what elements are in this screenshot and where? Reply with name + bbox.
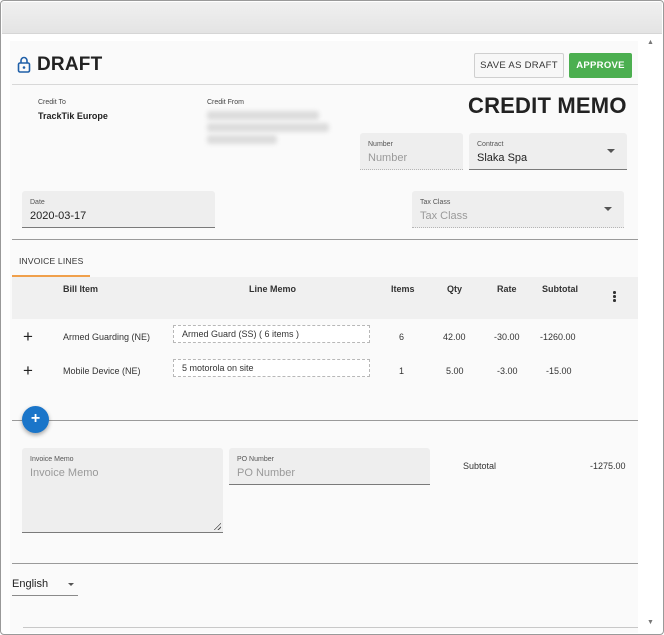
- save-as-draft-button[interactable]: SAVE AS DRAFT: [474, 53, 564, 78]
- bottom-divider: [23, 627, 638, 628]
- contract-value: Slaka Spa: [477, 152, 528, 164]
- line-memo-input[interactable]: Armed Guard (SS) ( 6 items ): [173, 325, 370, 343]
- chevron-down-icon: [68, 583, 74, 586]
- po-number-field[interactable]: PO Number PO Number: [229, 448, 430, 485]
- window-topbar: [2, 2, 662, 34]
- date-label: Date: [30, 199, 45, 206]
- lines-divider: [12, 420, 638, 421]
- column-header-line-memo: Line Memo: [249, 284, 297, 294]
- credit-from-address-redacted: [207, 135, 277, 144]
- subtotal-label: Subtotal: [463, 461, 497, 471]
- kebab-menu-icon[interactable]: [613, 291, 617, 303]
- number-label: Number: [368, 141, 393, 148]
- credit-from-address-redacted: [207, 111, 319, 120]
- window-frame: ▲ ▼ DRAFT SAVE AS DRAFT APPROVE Credit T…: [0, 0, 664, 635]
- language-select[interactable]: English: [12, 574, 78, 596]
- credit-to-value: TrackTik Europe: [38, 111, 108, 121]
- qty-cell: 42.00: [443, 332, 466, 342]
- column-header-items: Items: [391, 284, 415, 294]
- invoice-memo-label: Invoice Memo: [30, 456, 74, 463]
- language-value: English: [12, 578, 49, 590]
- scroll-down-arrow-icon[interactable]: ▼: [647, 619, 654, 627]
- resize-grip-icon[interactable]: [213, 522, 221, 530]
- status-title: DRAFT: [37, 54, 103, 75]
- column-header-rate: Rate: [497, 284, 517, 294]
- credit-from-label: Credit From: [207, 99, 244, 106]
- invoice-memo-placeholder: Invoice Memo: [30, 467, 99, 479]
- invoice-memo-textarea[interactable]: Invoice Memo Invoice Memo: [22, 448, 223, 533]
- qty-cell: 5.00: [446, 366, 464, 376]
- rate-cell: -30.00: [494, 332, 520, 342]
- column-header-subtotal: Subtotal: [542, 284, 578, 294]
- po-number-label: PO Number: [237, 456, 274, 463]
- rate-cell: -3.00: [497, 366, 518, 376]
- tax-class-label: Tax Class: [420, 199, 451, 206]
- header-divider: [12, 84, 638, 85]
- lock-icon: [17, 56, 33, 74]
- column-header-qty: Qty: [447, 284, 463, 294]
- credit-from-address-redacted: [207, 123, 329, 132]
- scroll-up-arrow-icon[interactable]: ▲: [647, 39, 654, 47]
- credit-to-label: Credit To: [38, 99, 66, 106]
- contract-label: Contract: [477, 141, 504, 148]
- add-line-button[interactable]: +: [22, 406, 49, 433]
- subtotal-cell: -1260.00: [540, 332, 576, 342]
- date-value: 2020-03-17: [30, 210, 87, 222]
- tax-class-select[interactable]: Tax Class Tax Class: [412, 191, 624, 228]
- section-divider: [12, 239, 638, 240]
- contract-select[interactable]: Contract Slaka Spa: [469, 133, 627, 170]
- column-header-bill-item: Bill Item: [63, 284, 99, 294]
- tab-invoice-lines[interactable]: INVOICE LINES: [12, 252, 90, 277]
- footer-divider: [12, 563, 638, 564]
- bill-item-cell: Mobile Device (NE): [63, 366, 141, 376]
- chevron-down-icon: [607, 149, 615, 153]
- expand-row-plus-icon[interactable]: +: [23, 362, 33, 379]
- approve-button[interactable]: APPROVE: [569, 53, 632, 78]
- chevron-down-icon: [604, 207, 612, 211]
- expand-row-plus-icon[interactable]: +: [23, 328, 33, 345]
- date-field[interactable]: Date 2020-03-17: [22, 191, 215, 228]
- line-memo-input[interactable]: 5 motorola on site: [173, 359, 370, 377]
- scrollbar[interactable]: ▲ ▼: [644, 35, 658, 633]
- document-title: CREDIT MEMO: [468, 93, 627, 118]
- number-field[interactable]: Number Number: [360, 133, 463, 170]
- items-cell: 6: [399, 332, 405, 342]
- subtotal-cell: -15.00: [546, 366, 572, 376]
- tax-class-placeholder: Tax Class: [420, 210, 468, 222]
- items-cell: 1: [399, 366, 405, 376]
- bill-item-cell: Armed Guarding (NE): [63, 332, 151, 342]
- subtotal-total: -1275.00: [590, 461, 626, 471]
- number-placeholder: Number: [368, 152, 408, 164]
- po-number-placeholder: PO Number: [237, 467, 296, 479]
